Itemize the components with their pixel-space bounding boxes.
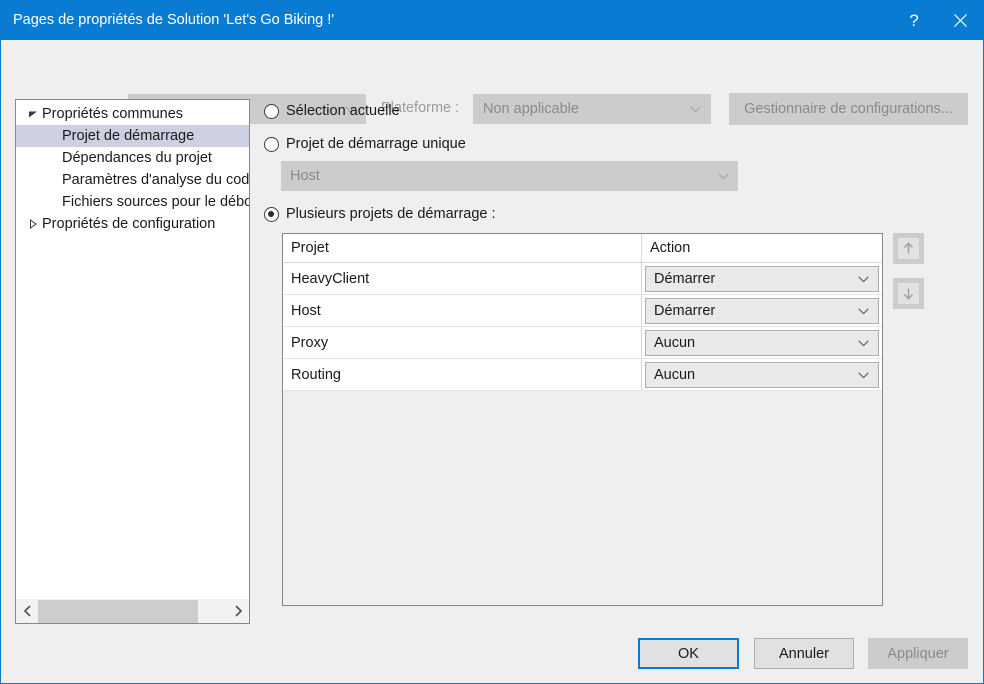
action-select-value: Démarrer [654, 302, 716, 319]
chevron-down-icon [690, 101, 701, 117]
radio-icon [264, 136, 279, 152]
tree-item[interactable]: Dépendances du projet [16, 147, 249, 169]
tree-item-label: Dépendances du projet [62, 150, 212, 166]
tree-item-list: Propriétés communes Projet de démarrage Dé… [16, 103, 249, 235]
help-icon: ? [909, 11, 919, 30]
tree-item-label: Propriétés de configuration [42, 216, 216, 232]
tree-expander-expanded-icon[interactable] [24, 109, 42, 119]
table-row[interactable]: Proxy Aucun [283, 327, 882, 359]
grid-body: HeavyClient Démarrer Host Démarrer Proxy Aucu… [283, 263, 882, 391]
table-row[interactable]: HeavyClient Démarrer [283, 263, 882, 295]
configuration-bar: Configuration : Non applicable Plateform… [1, 40, 983, 125]
startup-projects-grid: Projet Action HeavyClient Démarrer Host Dém… [282, 233, 883, 606]
ok-button[interactable]: OK [638, 638, 739, 669]
column-header-projet[interactable]: Projet [283, 234, 642, 262]
tree-expander-collapsed-icon[interactable] [24, 219, 42, 229]
table-row[interactable]: Routing Aucun [283, 359, 882, 391]
radio-multiple-startup-projects[interactable]: Plusieurs projets de démarrage : [264, 206, 496, 222]
configuration-manager-button[interactable]: Gestionnaire de configurations... [729, 93, 968, 125]
chevron-right-icon [234, 605, 242, 617]
radio-current-selection-label: Sélection actuelle [286, 103, 400, 119]
tree-item-label: Projet de démarrage [62, 128, 195, 144]
grid-empty-area [283, 391, 882, 605]
scroll-left-button[interactable] [16, 599, 38, 623]
action-select-value: Démarrer [654, 270, 716, 287]
arrow-down-icon [898, 283, 919, 304]
move-up-button[interactable] [893, 233, 924, 264]
help-button[interactable]: ? [891, 1, 937, 40]
arrow-up-icon [898, 238, 919, 259]
cancel-button[interactable]: Annuler [754, 638, 854, 669]
grid-header-row: Projet Action [283, 234, 882, 263]
cell-action: Démarrer [642, 263, 882, 294]
scrollbar-track[interactable] [198, 599, 227, 623]
close-button[interactable] [937, 1, 983, 40]
single-startup-project-value: Host [290, 168, 320, 184]
title-bar: Pages de propriétés de Solution 'Let's G… [1, 1, 983, 40]
radio-icon [264, 206, 279, 222]
action-select[interactable]: Démarrer [645, 265, 879, 292]
tree-horizontal-scrollbar[interactable] [15, 599, 250, 624]
cell-action: Démarrer [642, 295, 882, 326]
scrollbar-thumb[interactable] [38, 599, 198, 623]
cell-project-name: Proxy [283, 327, 642, 358]
action-select-value: Aucun [654, 334, 696, 351]
cell-project-name: HeavyClient [283, 263, 642, 294]
tree-item[interactable]: Projet de démarrage [16, 125, 249, 147]
tree-item[interactable]: Propriétés de configuration [16, 213, 249, 235]
tree-item-label: Propriétés communes [42, 106, 184, 122]
plateforme-select[interactable]: Non applicable [473, 94, 711, 124]
chevron-left-icon [23, 605, 31, 617]
move-down-button[interactable] [893, 278, 924, 309]
tree-item[interactable]: Paramètres d'analyse du code [16, 169, 249, 191]
column-header-action[interactable]: Action [642, 234, 882, 262]
tree-item[interactable]: Fichiers sources pour le débogage [16, 191, 249, 213]
action-select[interactable]: Démarrer [645, 297, 879, 324]
chevron-down-icon [718, 168, 729, 184]
tree-item[interactable]: Propriétés communes [16, 103, 249, 125]
cell-action: Aucun [642, 359, 882, 390]
tree-item-label: Paramètres d'analyse du code [62, 172, 249, 188]
single-startup-project-select[interactable]: Host [281, 161, 738, 191]
window-title: Pages de propriétés de Solution 'Let's G… [13, 12, 335, 28]
radio-single-startup-project[interactable]: Projet de démarrage unique [264, 136, 466, 152]
cell-project-name: Host [283, 295, 642, 326]
radio-multiple-startup-projects-label: Plusieurs projets de démarrage : [286, 206, 496, 222]
close-icon [953, 14, 967, 27]
apply-button[interactable]: Appliquer [868, 638, 968, 669]
cell-action: Aucun [642, 327, 882, 358]
action-select[interactable]: Aucun [645, 361, 879, 388]
action-select[interactable]: Aucun [645, 329, 879, 356]
cell-project-name: Routing [283, 359, 642, 390]
chevron-down-icon [858, 335, 869, 351]
radio-icon [264, 103, 279, 119]
properties-dialog-window: Pages de propriétés de Solution 'Let's G… [0, 0, 984, 684]
table-row[interactable]: Host Démarrer [283, 295, 882, 327]
plateforme-select-value: Non applicable [483, 101, 579, 117]
chevron-down-icon [858, 271, 869, 287]
scroll-right-button[interactable] [227, 599, 249, 623]
radio-single-startup-project-label: Projet de démarrage unique [286, 136, 466, 152]
action-select-value: Aucun [654, 366, 696, 383]
chevron-down-icon [858, 303, 869, 319]
chevron-down-icon [858, 367, 869, 383]
properties-tree[interactable]: Propriétés communes Projet de démarrage Dé… [15, 99, 250, 624]
tree-item-label: Fichiers sources pour le débogage [62, 194, 249, 210]
radio-current-selection[interactable]: Sélection actuelle [264, 103, 400, 119]
